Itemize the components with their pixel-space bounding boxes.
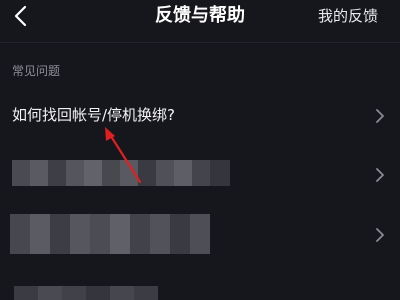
faq-section-label: 常见问题	[12, 64, 61, 78]
back-chevron-icon[interactable]	[6, 1, 36, 31]
chevron-right-icon	[376, 109, 384, 123]
header-divider	[0, 42, 400, 43]
page-title: 反馈与帮助	[155, 5, 245, 26]
chevron-right-icon	[376, 228, 384, 242]
pixelated-text	[12, 160, 230, 186]
top-navigation-bar: 反馈与帮助 我的反馈	[0, 0, 400, 36]
faq-item-label: 如何找回帐号/停机换绑?	[12, 106, 176, 124]
faq-item-blurred[interactable]	[0, 206, 400, 262]
faq-item-recover-account[interactable]: 如何找回帐号/停机换绑?	[0, 96, 400, 136]
my-feedback-link[interactable]: 我的反馈	[318, 4, 378, 28]
faq-item-blurred[interactable]	[0, 280, 400, 300]
pixelated-text	[14, 286, 158, 300]
faq-item-blurred[interactable]	[0, 150, 400, 198]
chevron-right-icon	[376, 168, 384, 182]
pixelated-text	[10, 214, 210, 254]
